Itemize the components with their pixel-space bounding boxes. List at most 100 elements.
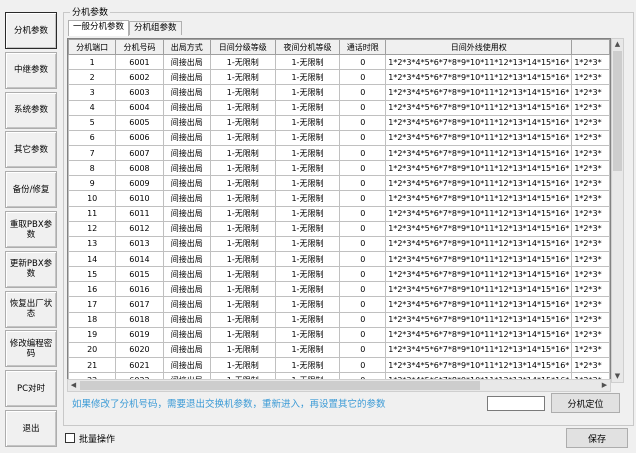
table-cell[interactable]: 1*2*3*4*5*6*7*8*9*10*11*12*13*14*15*16* [385,129,573,146]
table-cell[interactable]: 1*2*3* [571,266,610,283]
scroll-left-icon[interactable]: ◀ [68,380,79,391]
table-cell[interactable]: 间接出局 [162,99,211,116]
table-cell[interactable]: 1-无限制 [274,54,341,71]
table-cell[interactable]: 0 [339,69,387,86]
table-cell[interactable]: 间接出局 [162,205,211,222]
table-cell[interactable]: 7 [68,144,117,162]
table-cell[interactable]: 1*2*3*4*5*6*7*8*9*10*11*12*13*14*15*16* [385,114,573,131]
table-cell[interactable]: 1-无限制 [274,250,341,268]
table-cell[interactable]: 13 [68,235,117,252]
table-cell[interactable]: 1-无限制 [274,235,341,252]
table-cell[interactable]: 0 [339,341,387,358]
table-row[interactable]: 1 6001 间接出局 1-无限制 1-无限制 0 1*2*3*4*5*6*7*8*9*10… [68,54,610,71]
table-cell[interactable]: 1-无限制 [209,266,276,283]
table-cell[interactable]: 15 [68,266,117,283]
column-header[interactable]: 日间分级等级 [209,39,276,56]
table-row[interactable]: 9 6009 间接出局 1-无限制 1-无限制 0 1*2*3*4*5*6*7*8*9*10… [68,175,610,192]
table-cell[interactable]: 间接出局 [162,190,211,207]
column-header[interactable]: 夜间分机等级 [274,39,341,56]
table-cell[interactable]: 间接出局 [162,235,211,252]
table-cell[interactable]: 1-无限制 [209,190,276,207]
table-cell[interactable]: 间接出局 [162,84,211,101]
table-cell[interactable]: 1*2*3* [571,69,610,86]
table-cell[interactable]: 间接出局 [162,341,211,358]
table-cell[interactable]: 1*2*3*4*5*6*7*8*9*10*11*12*13*14*15*16* [385,250,573,268]
table-row[interactable]: 3 6003 间接出局 1-无限制 1-无限制 0 1*2*3*4*5*6*7*8*9*10… [68,84,610,101]
table-cell[interactable]: 0 [339,175,387,192]
table-cell[interactable]: 1-无限制 [274,220,341,237]
table-cell[interactable]: 1-无限制 [274,99,341,116]
sidebar-item-11[interactable]: 退出 [5,410,57,447]
scroll-down-icon[interactable]: ▼ [612,371,623,382]
table-cell[interactable]: 1-无限制 [209,356,276,374]
sidebar-item-4[interactable]: 其它参数 [5,131,57,169]
table-cell[interactable]: 6002 [115,69,164,86]
table-cell[interactable]: 1*2*3*4*5*6*7*8*9*10*11*12*13*14*15*16* [385,54,573,71]
table-cell[interactable]: 1-无限制 [274,160,341,177]
table-cell[interactable]: 1-无限制 [209,326,276,343]
table-cell[interactable]: 1*2*3* [571,190,610,207]
column-header[interactable]: 日间外线使用权 [385,39,573,56]
table-cell[interactable]: 间接出局 [162,266,211,283]
column-header[interactable]: 分机号码 [115,39,164,56]
table-cell[interactable]: 1*2*3*4*5*6*7*8*9*10*11*12*13*14*15*16* [385,160,573,177]
table-cell[interactable]: 1*2*3* [571,296,610,313]
table-cell[interactable]: 1-无限制 [209,84,276,101]
table-cell[interactable]: 4 [68,99,117,116]
table-row[interactable]: 14 6014 间接出局 1-无限制 1-无限制 0 1*2*3*4*5*6*7*8*9*1… [68,250,610,268]
table-cell[interactable]: 1-无限制 [274,296,341,313]
table-cell[interactable]: 2 [68,69,117,86]
table-cell[interactable]: 6005 [115,114,164,131]
table-cell[interactable]: 1*2*3* [571,220,610,237]
table-cell[interactable]: 12 [68,220,117,237]
table-cell[interactable]: 间接出局 [162,160,211,177]
sidebar-item-7[interactable]: 更新PBX参数 [5,250,57,288]
table-cell[interactable]: 1*2*3*4*5*6*7*8*9*10*11*12*13*14*15*16* [385,99,573,116]
table-cell[interactable]: 1*2*3* [571,129,610,146]
table-cell[interactable]: 0 [339,144,387,162]
table-cell[interactable]: 1-无限制 [274,205,341,222]
table-cell[interactable]: 16 [68,281,117,298]
table-cell[interactable]: 1-无限制 [209,129,276,146]
table-cell[interactable]: 6020 [115,341,164,358]
table-cell[interactable]: 1*2*3*4*5*6*7*8*9*10*11*12*13*14*15*16* [385,266,573,283]
table-cell[interactable]: 1-无限制 [274,341,341,358]
table-cell[interactable]: 1*2*3* [571,250,610,268]
table-cell[interactable]: 1*2*3*4*5*6*7*8*9*10*11*12*13*14*15*16* [385,144,573,162]
table-cell[interactable]: 间接出局 [162,144,211,162]
batch-operation-checkbox[interactable] [65,433,75,443]
table-row[interactable]: 17 6017 间接出局 1-无限制 1-无限制 0 1*2*3*4*5*6*7*8*9*1… [68,296,610,313]
table-cell[interactable]: 1-无限制 [209,99,276,116]
table-row[interactable]: 5 6005 间接出局 1-无限制 1-无限制 0 1*2*3*4*5*6*7*8*9*10… [68,114,610,131]
save-button[interactable]: 保存 [566,428,628,448]
extension-locate-input[interactable] [487,396,545,411]
table-cell[interactable]: 0 [339,356,387,374]
table-cell[interactable]: 17 [68,296,117,313]
table-cell[interactable]: 0 [339,84,387,101]
table-cell[interactable]: 间接出局 [162,356,211,374]
sidebar-item-3[interactable]: 系统参数 [5,91,57,129]
table-cell[interactable]: 18 [68,311,117,328]
table-cell[interactable]: 1*2*3* [571,175,610,192]
table-cell[interactable]: 6021 [115,356,164,374]
table-cell[interactable]: 6010 [115,190,164,207]
scroll-right-icon[interactable]: ▶ [599,380,610,391]
table-cell[interactable]: 1-无限制 [274,266,341,283]
table-cell[interactable]: 6014 [115,250,164,268]
table-cell[interactable]: 0 [339,99,387,116]
table-cell[interactable]: 0 [339,129,387,146]
table-cell[interactable]: 0 [339,296,387,313]
table-cell[interactable]: 1-无限制 [209,220,276,237]
table-cell[interactable]: 5 [68,114,117,131]
table-cell[interactable]: 1-无限制 [274,326,341,343]
table-cell[interactable]: 间接出局 [162,175,211,192]
table-cell[interactable]: 6016 [115,281,164,298]
table-cell[interactable]: 6006 [115,129,164,146]
table-cell[interactable]: 1-无限制 [209,281,276,298]
table-cell[interactable]: 11 [68,205,117,222]
table-cell[interactable]: 间接出局 [162,69,211,86]
table-cell[interactable]: 1*2*3*4*5*6*7*8*9*10*11*12*13*14*15*16* [385,69,573,86]
table-cell[interactable]: 1*2*3* [571,281,610,298]
table-cell[interactable]: 0 [339,190,387,207]
table-cell[interactable]: 间接出局 [162,250,211,268]
